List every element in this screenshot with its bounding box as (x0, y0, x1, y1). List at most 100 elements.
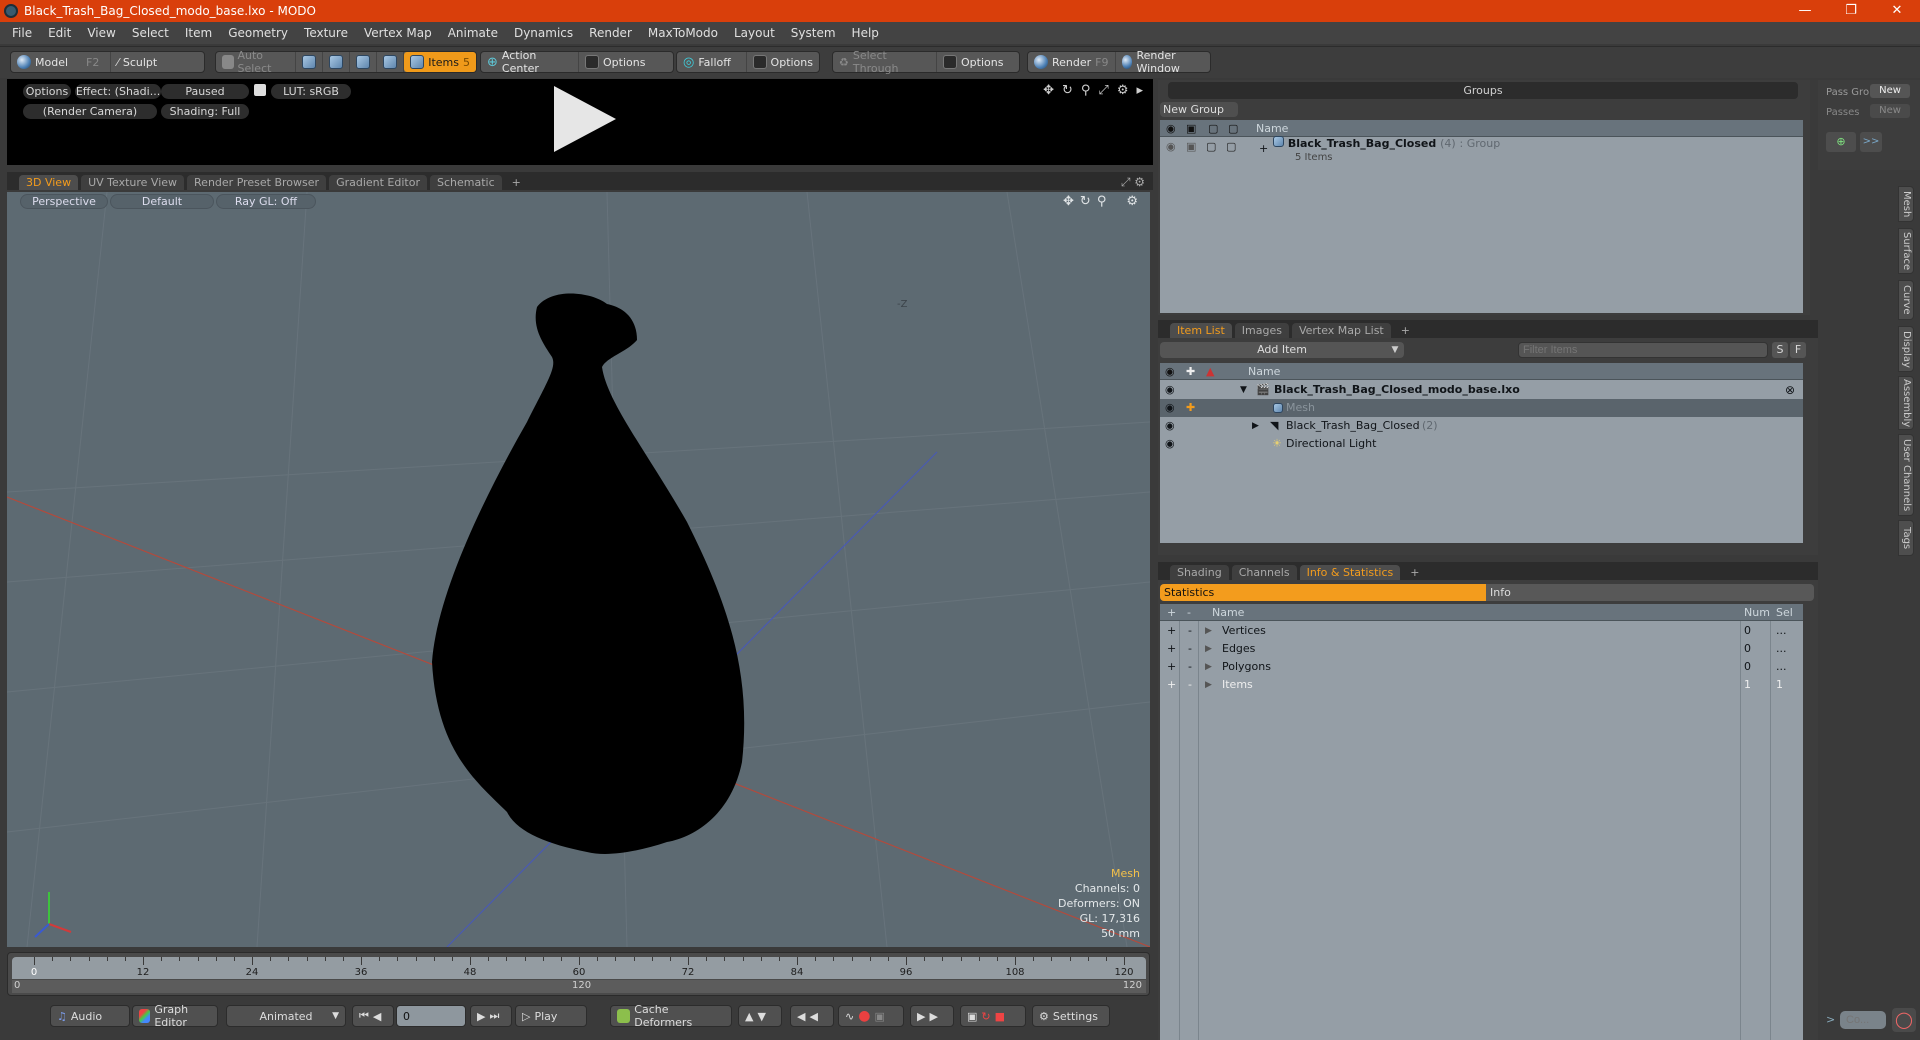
keyframe-icon[interactable]: ■ (995, 1010, 1005, 1023)
menu-animate[interactable]: Animate (440, 26, 506, 40)
filter-s-button[interactable]: S (1772, 342, 1788, 358)
more-button[interactable]: >> (1860, 132, 1882, 152)
materials-mode-button[interactable] (377, 52, 405, 72)
3d-viewport[interactable]: -Z Perspective Default Ray GL: Off ✥ ↻ ⚲… (7, 192, 1150, 947)
next-key-icon[interactable]: ▶ (477, 1010, 485, 1023)
tab-info-statistics[interactable]: Info & Statistics (1299, 565, 1401, 580)
rotate-icon[interactable]: ↻ (1062, 83, 1073, 98)
expand-icon[interactable]: ▶ (1205, 676, 1212, 694)
tab-3d-view[interactable]: 3D View (19, 175, 79, 190)
timeline-range[interactable]: 0 120 120 (12, 980, 1146, 993)
shading-style-dropdown[interactable]: Default (110, 194, 214, 209)
falloff-options-button[interactable]: Options (747, 52, 819, 72)
gear-icon[interactable]: ⚙ (1117, 83, 1129, 98)
lock-icon[interactable] (254, 84, 266, 96)
group-row[interactable]: ◉ ▣ ▢ ▢ + Black_Trash_Bag_Closed (4) : G… (1160, 136, 1803, 168)
pivot-icon[interactable]: ✚ (1186, 399, 1195, 417)
preview-options-button[interactable]: Options (23, 84, 71, 99)
add-pass-button[interactable]: ⊕ (1826, 132, 1856, 152)
stats-row-vertices[interactable]: + - ▶ Vertices 0 ... (1160, 622, 1803, 640)
add-tab-button[interactable]: + (1403, 565, 1426, 580)
close-button[interactable]: ✕ (1874, 0, 1920, 22)
menu-geometry[interactable]: Geometry (220, 26, 296, 40)
animated-dropdown[interactable]: Animated ▼ (226, 1005, 346, 1027)
menu-dynamics[interactable]: Dynamics (506, 26, 581, 40)
eye-icon[interactable]: ◉ (1165, 399, 1175, 417)
eye-icon[interactable]: ◉ (1165, 381, 1175, 399)
statistics-subtab[interactable]: Statistics (1160, 584, 1486, 601)
pan-icon[interactable]: ✥ (1063, 194, 1074, 209)
menu-select[interactable]: Select (124, 26, 177, 40)
expand-arrow-icon[interactable]: ▸ (1136, 83, 1143, 98)
menu-layout[interactable]: Layout (726, 26, 783, 40)
render-column-icon[interactable]: ▣ (1186, 120, 1196, 137)
menu-system[interactable]: System (783, 26, 844, 40)
rotate-icon[interactable]: ↻ (1080, 194, 1091, 209)
tab-uv-texture-view[interactable]: UV Texture View (81, 175, 185, 190)
expand-icon[interactable]: + (1259, 140, 1268, 158)
perspective-dropdown[interactable]: Perspective (20, 194, 108, 209)
loop-icon[interactable]: ↻ (981, 1010, 990, 1023)
render-camera-dropdown[interactable]: (Render Camera) (23, 104, 157, 119)
item-row-light[interactable]: ◉ ☀ Directional Light (1160, 435, 1803, 453)
item-row-mesh[interactable]: ◉ ✚ Mesh (1160, 399, 1803, 417)
tab-images[interactable]: Images (1234, 323, 1289, 338)
next-key-icon[interactable]: ▶ (929, 1010, 937, 1023)
expand-icon[interactable]: ▶ (1205, 658, 1212, 676)
remove-icon[interactable]: - (1188, 676, 1192, 694)
key-down-icon[interactable]: ▼ (757, 1010, 765, 1023)
item-row-group[interactable]: ◉ ▶ ◥ Black_Trash_Bag_Closed (2) (1160, 417, 1803, 435)
graph-editor-button[interactable]: Graph Editor (132, 1003, 218, 1029)
item-row-scene[interactable]: ◉ ▼ 🎬 Black_Trash_Bag_Closed_modo_base.l… (1160, 381, 1803, 399)
next-frame-icon[interactable]: ▶ (917, 1010, 925, 1023)
eye-icon[interactable]: ◉ (1166, 138, 1176, 156)
settings-button[interactable]: ⚙ Settings (1032, 1005, 1110, 1027)
curve-icon[interactable]: ∿ (845, 1010, 854, 1023)
add-item-button[interactable]: Add Item (1160, 342, 1404, 358)
record-icon[interactable]: ● (858, 1008, 870, 1024)
camera-cache-icon[interactable]: ▣ (967, 1010, 977, 1023)
auto-select-button[interactable]: Auto Select (216, 49, 297, 75)
add-icon[interactable]: + (1167, 676, 1176, 694)
side-tab-tags[interactable]: Tags (1898, 520, 1914, 556)
menu-render[interactable]: Render (581, 26, 640, 40)
select-column-icon[interactable]: ▢ (1228, 120, 1238, 137)
menu-maxtomodo[interactable]: MaxToModo (640, 26, 726, 40)
select-through-options-button[interactable]: Options (937, 52, 1009, 72)
remove-icon[interactable]: - (1188, 640, 1192, 658)
menu-file[interactable]: File (4, 26, 40, 40)
misc-anim-group[interactable]: ▣ ↻ ■ (960, 1005, 1026, 1027)
prev-frame-icon[interactable]: ◀ (809, 1010, 817, 1023)
shading-dropdown[interactable]: Shading: Full (161, 104, 249, 119)
pivot-column-icon[interactable]: ✚ (1186, 363, 1195, 380)
play-preview-icon[interactable] (554, 86, 616, 152)
raygl-dropdown[interactable]: Ray GL: Off (216, 194, 316, 209)
side-tab-user-channels[interactable]: User Channels (1898, 434, 1914, 516)
expand-all-icon[interactable]: + (1167, 604, 1176, 621)
new-group-button[interactable]: New Group (1160, 102, 1238, 117)
items-mode-button[interactable]: Items 5 (404, 52, 476, 72)
key-buttons[interactable]: ▲ ▼ (738, 1005, 782, 1027)
eye-icon[interactable]: ◉ (1165, 435, 1175, 453)
lock-toggle[interactable]: ▢ (1206, 138, 1216, 156)
menu-edit[interactable]: Edit (40, 26, 79, 40)
restore-button[interactable]: ❐ (1828, 0, 1874, 22)
menu-texture[interactable]: Texture (296, 26, 356, 40)
audio-button[interactable]: ♫ Audio (50, 1005, 130, 1027)
add-tab-button[interactable]: + (505, 175, 528, 190)
remove-icon[interactable]: - (1188, 658, 1192, 676)
new-pass-group-button[interactable]: New (1870, 84, 1910, 98)
axis-column-icon[interactable]: ▲ (1206, 363, 1214, 380)
prev-key-icon[interactable]: ◀ (797, 1010, 805, 1023)
current-frame-field[interactable]: 0 (396, 1005, 466, 1027)
expand-icon[interactable]: ▶ (1205, 622, 1212, 640)
render-button[interactable]: Render F9 (1028, 52, 1116, 72)
remove-icon[interactable]: - (1188, 622, 1192, 640)
eye-icon[interactable]: ◉ (1165, 417, 1175, 435)
timeline[interactable]: 0 12 24 36 48 60 72 84 96 108 120 0 120 120 (7, 952, 1150, 996)
stats-row-items[interactable]: + - ▶ Items 1 1 (1160, 676, 1803, 694)
tab-render-preset-browser[interactable]: Render Preset Browser (187, 175, 327, 190)
name-column-header[interactable]: Name (1248, 363, 1280, 380)
tab-gradient-editor[interactable]: Gradient Editor (329, 175, 427, 190)
filter-items-input[interactable] (1518, 342, 1768, 358)
